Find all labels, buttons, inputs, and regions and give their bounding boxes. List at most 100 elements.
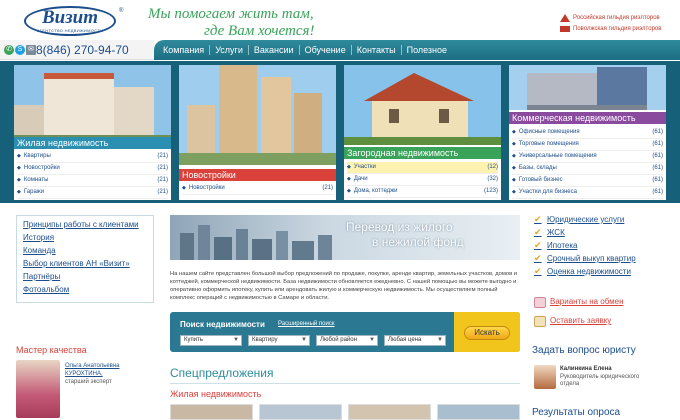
tile-title[interactable]: Загородная недвижимость <box>344 147 501 159</box>
bullet-icon: ◆ <box>17 189 21 195</box>
whatsapp-icon[interactable]: ✆ <box>4 45 14 55</box>
service-link-buyout[interactable]: ✔ Срочный выкуп квартир <box>534 252 674 265</box>
list-item[interactable]: ◆ Участки для бизнеса (61) <box>512 187 663 199</box>
tile-image <box>344 65 501 145</box>
email-icon[interactable]: ✉ <box>26 45 36 55</box>
item-label: Дома, коттеджи <box>353 188 398 194</box>
left-link-clients-choice[interactable]: Выбор клиентов АН «Визит» <box>23 259 147 269</box>
service-link-mortgage[interactable]: ✔ Ипотека <box>534 239 674 252</box>
left-link-history[interactable]: История <box>23 233 147 243</box>
service-link-legal[interactable]: ✔ Юридические услуги <box>534 213 674 226</box>
property-type-select[interactable]: Квартиру ▼ <box>248 335 310 346</box>
list-item[interactable]: ◆ Участки (12) <box>347 162 498 174</box>
tile-list: ◆ Участки (12) ◆ Дачи (32) ◆ Дома, коттеджи (1… <box>347 162 498 198</box>
skype-icon[interactable]: S <box>15 45 25 55</box>
district-select[interactable]: Любой район ▼ <box>316 335 378 346</box>
list-item[interactable]: ◆ Дачи (32) <box>347 174 498 186</box>
service-label: Ипотека <box>547 241 578 250</box>
guild-link-volga[interactable]: Поволжская гильдия риэлторов <box>560 25 661 33</box>
search-button-area: Искать <box>454 312 520 352</box>
bullet-icon: ◆ <box>512 189 516 195</box>
price-select[interactable]: Любая цена ▼ <box>384 335 446 346</box>
item-count: (61) <box>652 165 663 171</box>
nav-item-company[interactable]: Компания <box>158 45 211 55</box>
left-link-photo-album[interactable]: Фотоальбом <box>23 285 147 295</box>
left-link-team[interactable]: Команда <box>23 246 147 256</box>
master-role: старший эксперт <box>65 379 112 385</box>
bullet-icon: ◆ <box>347 164 351 170</box>
list-item[interactable]: ◆ Готовый бизнес (61) <box>512 175 663 187</box>
ask-lawyer-heading[interactable]: Задать вопрос юристу <box>532 345 636 356</box>
specials-heading: Спецпредложения <box>170 366 274 380</box>
list-item[interactable]: ◆ Торговые помещения (61) <box>512 139 663 151</box>
deal-type-select[interactable]: Купить ▼ <box>180 335 242 346</box>
item-count: (21) <box>157 153 168 159</box>
tile-title[interactable]: Новостройки <box>179 169 336 181</box>
tile-list: ◆ Новостройки (21) <box>182 183 333 195</box>
logo[interactable]: Визит агентство недвижимости <box>24 6 116 36</box>
bullet-icon: ◆ <box>347 176 351 182</box>
item-count: (61) <box>652 129 663 135</box>
list-item[interactable]: ◆ Новостройки (21) <box>17 163 168 175</box>
search-button[interactable]: Искать <box>464 326 510 340</box>
guild-link-russian[interactable]: Российская гильдия риэлторов <box>560 14 661 22</box>
item-count: (21) <box>157 189 168 195</box>
special-thumbnail[interactable] <box>170 404 253 420</box>
tile-title[interactable]: Коммерческая недвижимость <box>509 112 666 124</box>
list-item[interactable]: ◆ Базы, склады (61) <box>512 163 663 175</box>
tile-country[interactable]: Загородная недвижимость ◆ Участки (12) ◆ Да… <box>344 65 501 200</box>
leave-request-link[interactable]: Оставить заявку <box>534 314 670 328</box>
list-item[interactable]: ◆ Офисные помещения (61) <box>512 127 663 139</box>
chevron-down-icon: ▼ <box>301 337 307 343</box>
item-count: (12) <box>487 164 498 170</box>
action-label: Варианты на обмен <box>550 297 624 306</box>
exchange-options-link[interactable]: Варианты на обмен <box>534 295 670 309</box>
banner-text: Перевод из жилого в нежилой фонд <box>346 220 464 250</box>
divider <box>170 383 520 384</box>
left-link-partners[interactable]: Партнёры <box>23 272 147 282</box>
logo-subtitle: агентство недвижимости <box>36 28 104 33</box>
tile-image <box>179 65 336 165</box>
nav-item-contacts[interactable]: Контакты <box>352 45 402 55</box>
service-link-appraisal[interactable]: ✔ Оценка недвижимости <box>534 265 674 278</box>
left-link-principles[interactable]: Принципы работы с клиентами <box>23 220 147 230</box>
bullet-icon: ◆ <box>512 165 516 171</box>
action-links: Варианты на обмен Оставить заявку <box>534 295 670 333</box>
quality-master-heading: Мастер качества <box>16 345 87 355</box>
tile-title[interactable]: Жилая недвижимость <box>14 137 171 149</box>
nav-item-services[interactable]: Услуги <box>210 45 249 55</box>
nav-item-vacancies[interactable]: Вакансии <box>249 45 300 55</box>
master-name-link[interactable]: Ольга Анатольевна КУРОХТИНА, <box>65 362 155 378</box>
banner-line-1: Перевод из жилого <box>346 220 453 234</box>
tile-new-buildings[interactable]: Новостройки ◆ Новостройки (21) <box>179 65 336 200</box>
item-count: (21) <box>157 177 168 183</box>
slogan-line-1: Мы помогаем жить там, <box>148 6 314 22</box>
advanced-search-link[interactable]: Расширенный поиск <box>278 321 335 327</box>
phone-number[interactable]: 8(846) 270-94-70 <box>36 43 129 57</box>
tile-residential[interactable]: Жилая недвижимость ◆ Квартиры (21) ◆ Новост… <box>14 65 171 200</box>
list-item[interactable]: ◆ Универсальные помещения (61) <box>512 151 663 163</box>
item-count: (123) <box>483 188 498 194</box>
special-thumbnail[interactable] <box>259 404 342 420</box>
service-link-zhsk[interactable]: ✔ ЖСК <box>534 226 674 239</box>
item-count: (61) <box>652 153 663 159</box>
tile-commercial[interactable]: Коммерческая недвижимость ◆ Офисные помещ… <box>509 65 666 200</box>
nav-item-training[interactable]: Обучение <box>300 45 352 55</box>
main-nav: Компания Услуги Вакансии Обучение Контак… <box>154 40 680 60</box>
list-item[interactable]: ◆ Квартиры (21) <box>17 151 168 163</box>
promo-banner[interactable]: Перевод из жилого в нежилой фонд <box>170 215 520 260</box>
banner-skyline <box>180 225 332 260</box>
list-item[interactable]: ◆ Новостройки (21) <box>182 183 333 195</box>
guild-logo-icon <box>560 14 570 22</box>
special-thumbnail[interactable] <box>437 404 520 420</box>
list-item[interactable]: ◆ Дома, коттеджи (123) <box>347 186 498 198</box>
list-item[interactable]: ◆ Гаражи (21) <box>17 187 168 199</box>
bullet-icon: ◆ <box>17 177 21 183</box>
bullet-icon: ◆ <box>17 153 21 159</box>
slogan: Мы помогаем жить там, где Вам хочется! <box>148 6 348 40</box>
left-menu: Принципы работы с клиентами История Кома… <box>16 215 154 303</box>
special-thumbnail[interactable] <box>348 404 431 420</box>
nav-item-useful[interactable]: Полезное <box>402 45 452 55</box>
list-item[interactable]: ◆ Комнаты (21) <box>17 175 168 187</box>
item-label: Новостройки <box>23 165 60 171</box>
